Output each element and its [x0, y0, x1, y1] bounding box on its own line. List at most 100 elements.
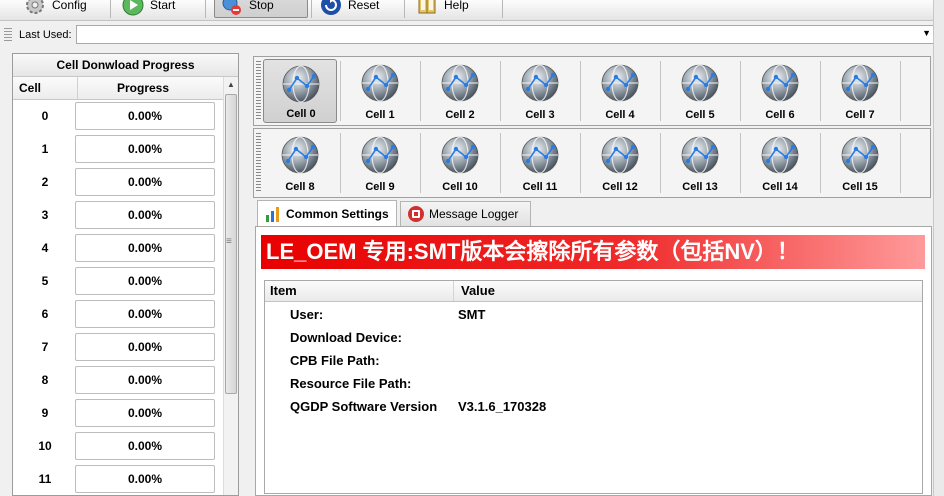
- cell-button[interactable]: Cell 13: [663, 131, 737, 195]
- cell-label: Cell 11: [522, 181, 558, 193]
- stop-label: Stop: [249, 0, 274, 12]
- table-row[interactable]: 8 0.00%: [13, 364, 223, 397]
- setting-value: SMT: [458, 307, 486, 322]
- globe-icon: [361, 136, 399, 174]
- start-button[interactable]: Start: [116, 0, 181, 18]
- cell-button[interactable]: Cell 0: [263, 59, 337, 123]
- cell-separator: [740, 133, 741, 193]
- progress-bar: 0.00%: [75, 399, 215, 427]
- settings-tabs: Common Settings Message Logger: [255, 200, 935, 227]
- help-button[interactable]: Help: [410, 0, 475, 18]
- config-button[interactable]: Config: [18, 0, 93, 18]
- cell-button[interactable]: Cell 11: [503, 131, 577, 195]
- cell-button[interactable]: Cell 15: [823, 131, 897, 195]
- cell-number: 9: [41, 406, 49, 420]
- cell-label: Cell 8: [285, 181, 315, 193]
- cell-button[interactable]: Cell 4: [583, 59, 657, 123]
- cell-button[interactable]: Cell 14: [743, 131, 817, 195]
- table-row[interactable]: 7 0.00%: [13, 331, 223, 364]
- cell-label: Cell 13: [682, 181, 718, 193]
- progress-scrollbar[interactable]: ▲: [223, 77, 238, 495]
- grid-grip[interactable]: [256, 133, 261, 193]
- progress-bar: 0.00%: [75, 102, 215, 130]
- setting-item: Download Device:: [290, 330, 402, 345]
- column-header-value[interactable]: Value: [461, 281, 495, 301]
- splitter-handle[interactable]: ≡: [226, 236, 232, 247]
- tab-label: Common Settings: [286, 207, 389, 221]
- globe-icon: [841, 136, 879, 174]
- globe-icon: [441, 64, 479, 102]
- reset-label: Reset: [348, 0, 380, 12]
- book-icon: [418, 0, 436, 14]
- cell-button[interactable]: Cell 6: [743, 59, 817, 123]
- column-header-cell[interactable]: Cell: [19, 77, 41, 99]
- reset-button[interactable]: Reset: [314, 0, 385, 18]
- cell-number: 1: [41, 142, 49, 156]
- cell-button[interactable]: Cell 2: [423, 59, 497, 123]
- table-row[interactable]: 11 0.00%: [13, 463, 223, 495]
- tab-common-settings[interactable]: Common Settings: [257, 200, 397, 227]
- table-row[interactable]: 10 0.00%: [13, 430, 223, 463]
- table-row[interactable]: 4 0.00%: [13, 232, 223, 265]
- cell-button[interactable]: Cell 10: [423, 131, 497, 195]
- window-edge-scrollbar[interactable]: [933, 0, 944, 496]
- cell-label: Cell 4: [605, 109, 635, 121]
- reset-icon: [321, 0, 341, 15]
- settings-row[interactable]: CPB File Path:: [265, 349, 922, 372]
- cell-number: 4: [41, 241, 49, 255]
- cell-label: Cell 7: [845, 109, 875, 121]
- last-used-bar: Last Used: ▼: [0, 24, 936, 46]
- cell-button[interactable]: Cell 5: [663, 59, 737, 123]
- cell-number: 10: [38, 439, 52, 453]
- progress-bar: 0.00%: [75, 465, 215, 493]
- table-row[interactable]: 5 0.00%: [13, 265, 223, 298]
- warning-banner: LE_OEM 专用:SMT版本会擦除所有参数（包括NV）！: [261, 235, 925, 269]
- cell-button[interactable]: Cell 3: [503, 59, 577, 123]
- settings-row[interactable]: Download Device:: [265, 326, 922, 349]
- settings-row[interactable]: User: SMT: [265, 303, 922, 326]
- cell-separator: [580, 133, 581, 193]
- settings-row[interactable]: Resource File Path:: [265, 372, 922, 395]
- last-used-label: Last Used:: [19, 29, 72, 41]
- grid-grip[interactable]: [256, 61, 261, 121]
- cell-separator: [500, 61, 501, 121]
- table-row[interactable]: 9 0.00%: [13, 397, 223, 430]
- bar-chart-icon: [266, 207, 279, 222]
- globe-icon: [521, 64, 559, 102]
- tab-message-logger[interactable]: Message Logger: [400, 201, 531, 226]
- cell-button[interactable]: Cell 1: [343, 59, 417, 123]
- cell-number: 11: [38, 472, 52, 486]
- gear-icon: [26, 0, 44, 14]
- cell-button[interactable]: Cell 8: [263, 131, 337, 195]
- stop-button[interactable]: Stop: [214, 0, 308, 18]
- cell-button[interactable]: Cell 7: [823, 59, 897, 123]
- globe-icon: [601, 64, 639, 102]
- cell-grid-row-2: Cell 8 Cell 9 Cell 10 Cell 11 Cell 12 Cell 13…: [253, 128, 931, 198]
- globe-icon: [441, 136, 479, 174]
- progress-bar: 0.00%: [75, 267, 215, 295]
- cell-separator: [900, 133, 901, 193]
- globe-icon: [521, 136, 559, 174]
- help-label: Help: [444, 0, 469, 12]
- scroll-up-icon[interactable]: ▲: [227, 80, 235, 89]
- column-header-item[interactable]: Item: [270, 281, 297, 301]
- table-row[interactable]: 6 0.00%: [13, 298, 223, 331]
- cell-button[interactable]: Cell 9: [343, 131, 417, 195]
- globe-icon: [601, 136, 639, 174]
- settings-row[interactable]: QGDP Software Version V3.1.6_170328: [265, 395, 922, 418]
- cell-button[interactable]: Cell 12: [583, 131, 657, 195]
- globe-icon: [761, 136, 799, 174]
- column-header-progress[interactable]: Progress: [117, 77, 169, 99]
- table-row[interactable]: 0 0.00%: [13, 100, 223, 133]
- last-used-combo[interactable]: ▼: [76, 25, 934, 44]
- progress-bar: 0.00%: [75, 300, 215, 328]
- settings-table-header: Item Value: [265, 281, 922, 302]
- cell-separator: [580, 61, 581, 121]
- table-row[interactable]: 3 0.00%: [13, 199, 223, 232]
- chevron-down-icon[interactable]: ▼: [922, 28, 931, 38]
- toolbar-grip[interactable]: [4, 28, 12, 42]
- table-row[interactable]: 2 0.00%: [13, 166, 223, 199]
- cell-separator: [340, 61, 341, 121]
- cell-label: Cell 12: [602, 181, 638, 193]
- table-row[interactable]: 1 0.00%: [13, 133, 223, 166]
